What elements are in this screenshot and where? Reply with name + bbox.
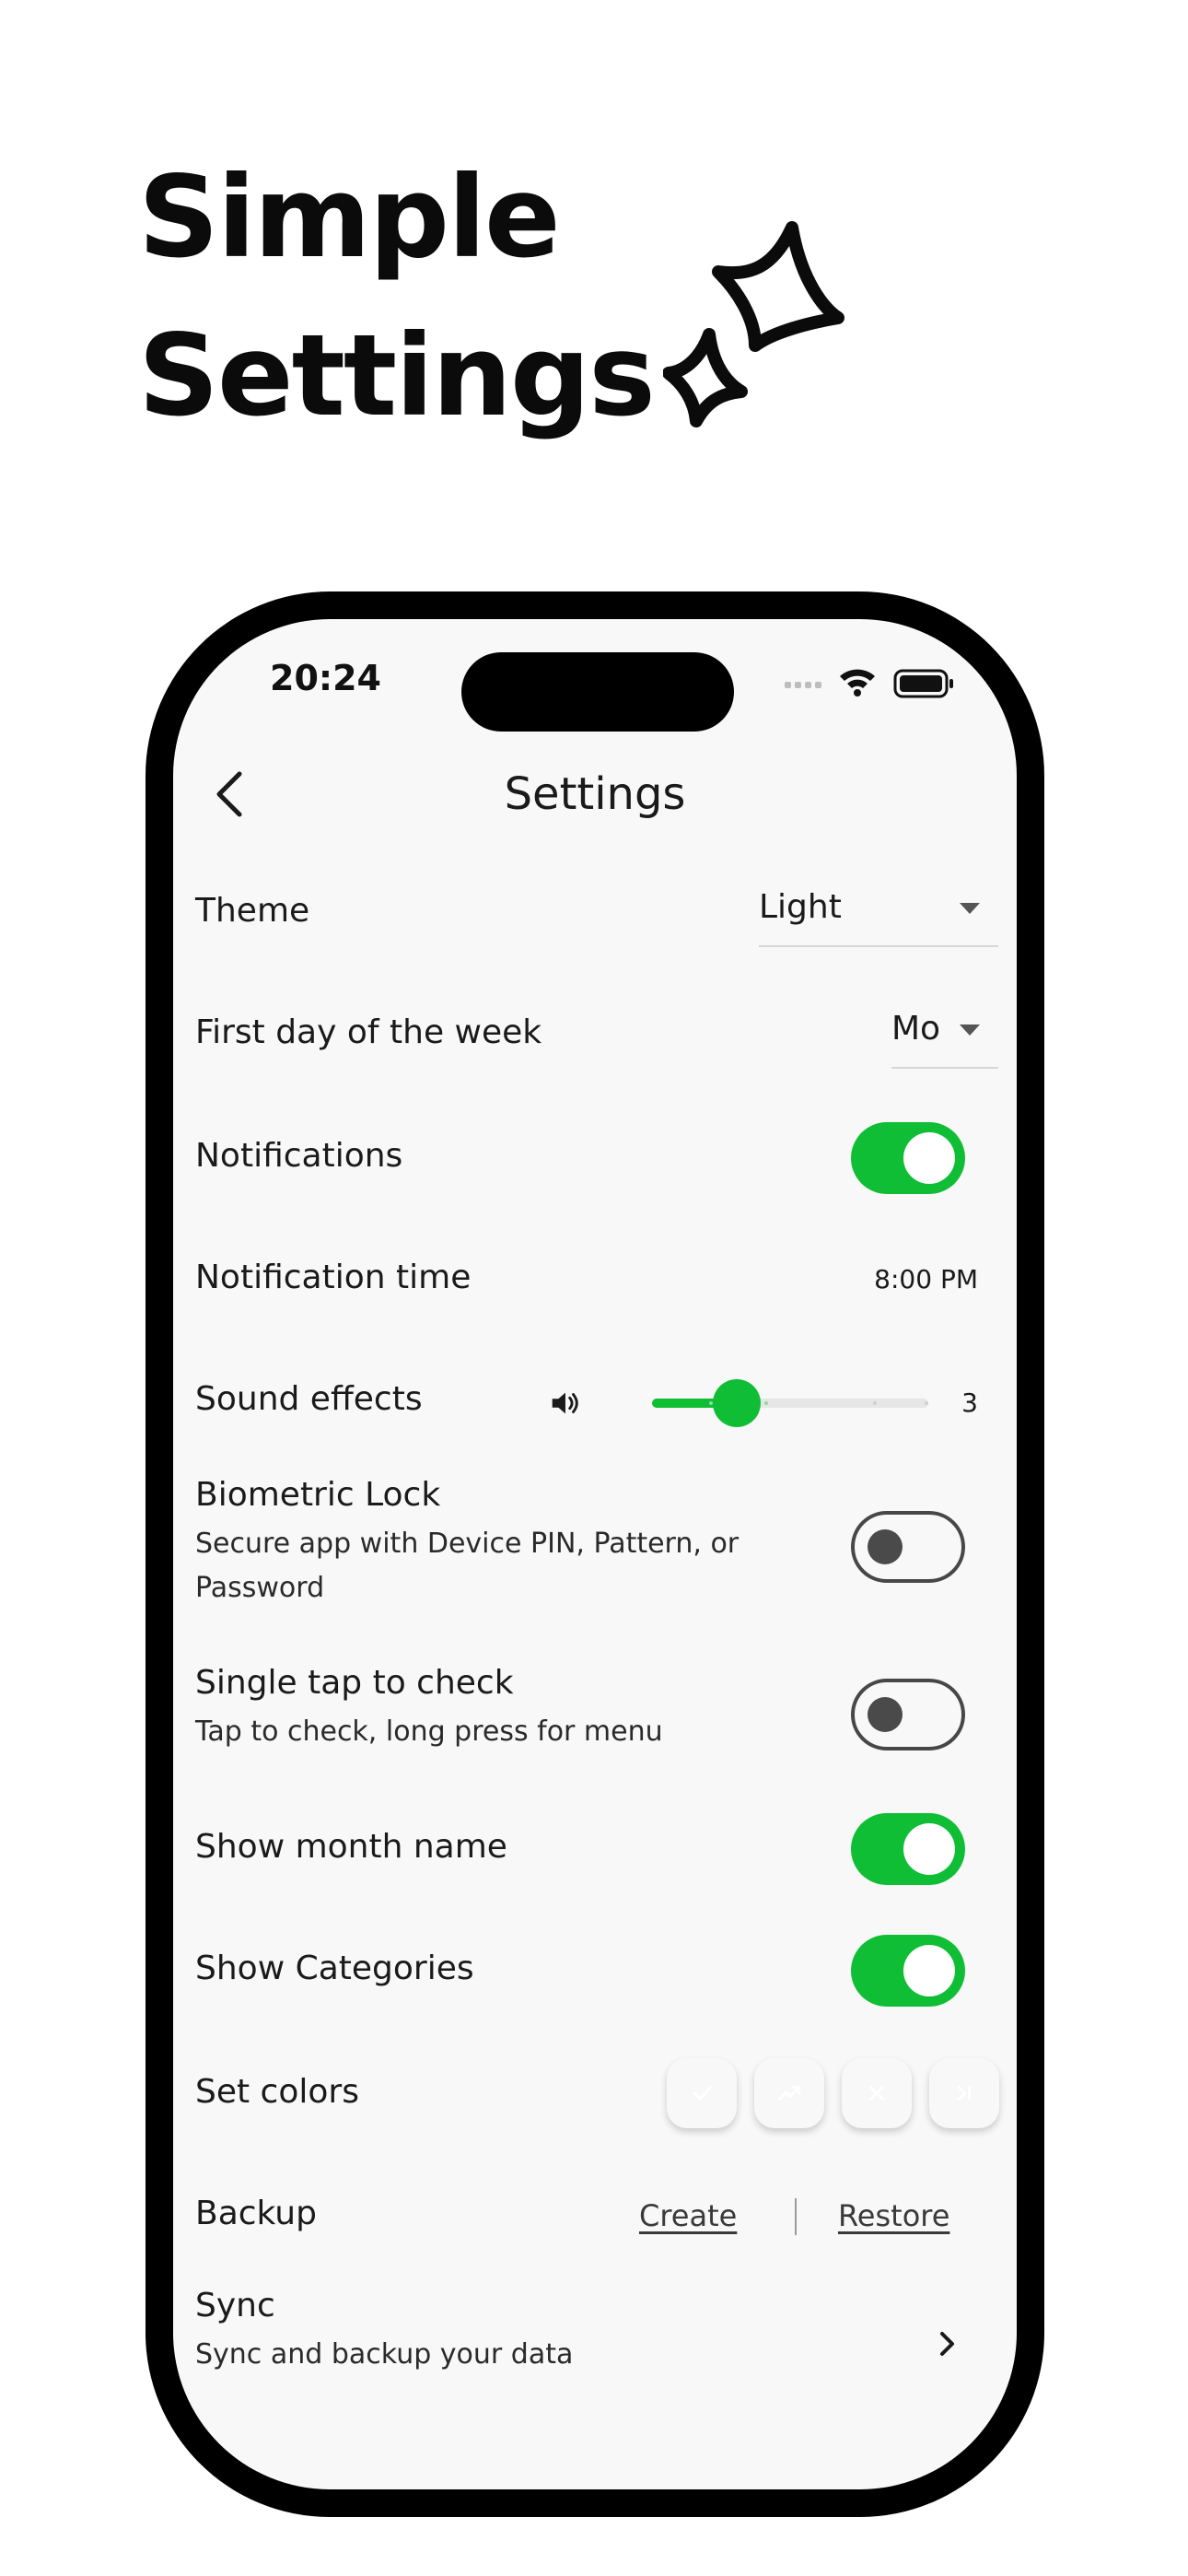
biometric-lock-toggle[interactable] xyxy=(851,1511,965,1583)
setting-notifications: Notifications xyxy=(195,1122,978,1196)
toggle-knob xyxy=(903,1823,955,1875)
phone-frame: 20:24 Settings Theme Light First day of … xyxy=(146,591,1044,2517)
status-icons xyxy=(785,669,953,698)
backup-divider xyxy=(795,2198,797,2235)
setting-show-month-name: Show month name xyxy=(195,1813,978,1887)
theme-value: Light xyxy=(759,888,842,926)
setting-biometric-lock: Biometric Lock Secure app with Device PI… xyxy=(195,1476,978,1614)
page-title: Settings xyxy=(504,768,686,820)
sound-level-value: 3 xyxy=(961,1388,978,1418)
chevron-down-icon xyxy=(960,1025,980,1036)
sound-slider[interactable] xyxy=(652,1379,928,1427)
slider-tick xyxy=(764,1401,768,1405)
toggle-knob xyxy=(868,1529,903,1564)
show-categories-label: Show Categories xyxy=(195,1950,474,1987)
toggle-knob xyxy=(868,1697,903,1732)
close-icon xyxy=(869,2086,884,2101)
sync-description: Sync and backup your data xyxy=(195,2338,574,2371)
chevron-down-icon xyxy=(960,903,980,914)
biometric-lock-description: Secure app with Device PIN, Pattern, or … xyxy=(195,1528,740,1604)
slider-thumb[interactable] xyxy=(713,1379,761,1427)
sync-label: Sync xyxy=(195,2287,275,2324)
slider-tick xyxy=(873,1401,877,1405)
color-swatch-trend[interactable] xyxy=(754,2058,824,2128)
biometric-lock-label: Biometric Lock xyxy=(195,1476,441,1514)
color-swatch-cross[interactable] xyxy=(842,2058,912,2128)
setting-set-colors: Set colors xyxy=(195,2058,978,2132)
sound-effects-label: Sound effects xyxy=(195,1380,423,1418)
hero-line-2: Settings xyxy=(138,310,656,441)
color-swatch-check[interactable] xyxy=(667,2058,737,2128)
show-categories-toggle[interactable] xyxy=(851,1935,965,2007)
check-icon xyxy=(693,2086,712,2101)
first-day-value: Mo xyxy=(891,1010,941,1048)
notification-time-label: Notification time xyxy=(195,1259,472,1296)
signal-icon xyxy=(785,682,821,688)
setting-theme: Theme Light xyxy=(195,873,998,947)
show-month-name-toggle[interactable] xyxy=(851,1813,965,1885)
chevron-right-icon[interactable] xyxy=(928,2325,965,2362)
skip-icon xyxy=(958,2086,971,2101)
notifications-toggle[interactable] xyxy=(851,1122,965,1194)
single-tap-toggle[interactable] xyxy=(851,1679,965,1751)
toggle-knob xyxy=(903,1132,955,1184)
sparkle-icon xyxy=(663,221,844,427)
first-day-dropdown[interactable]: Mo xyxy=(891,995,998,1069)
backup-create-link[interactable]: Create xyxy=(639,2198,737,2233)
wifi-icon xyxy=(840,669,875,697)
setting-sound-effects: Sound effects 3 xyxy=(195,1365,978,1439)
notification-time-value[interactable]: 8:00 PM xyxy=(874,1264,978,1294)
setting-backup: Backup Create Restore xyxy=(195,2180,978,2254)
theme-dropdown[interactable]: Light xyxy=(759,873,998,947)
setting-show-categories: Show Categories xyxy=(195,1935,978,2008)
setting-notification-time: Notification time 8:00 PM xyxy=(195,1244,978,1317)
backup-label: Backup xyxy=(195,2195,317,2232)
status-time: 20:24 xyxy=(270,658,381,698)
dynamic-island xyxy=(461,652,734,732)
hero-headline: Simple Settings xyxy=(138,138,656,455)
backup-restore-link[interactable]: Restore xyxy=(838,2198,949,2233)
set-colors-label: Set colors xyxy=(195,2073,359,2111)
notifications-label: Notifications xyxy=(195,1137,403,1175)
phone-screen: 20:24 Settings Theme Light First day of … xyxy=(173,619,1017,2489)
theme-label: Theme xyxy=(195,892,310,930)
color-swatch-skip[interactable] xyxy=(929,2058,999,2128)
speaker-icon xyxy=(552,1392,578,1414)
setting-first-day: First day of the week Mo xyxy=(195,995,998,1069)
setting-single-tap: Single tap to check Tap to check, long p… xyxy=(195,1664,978,1765)
slider-tick xyxy=(925,1401,928,1405)
hero-line-1: Simple xyxy=(138,152,561,283)
toggle-knob xyxy=(903,1945,955,1996)
trending-up-icon xyxy=(777,2086,801,2101)
setting-sync[interactable]: Sync Sync and backup your data xyxy=(195,2287,978,2397)
single-tap-label: Single tap to check xyxy=(195,1664,514,1702)
first-day-label: First day of the week xyxy=(195,1013,542,1051)
battery-icon xyxy=(893,669,953,698)
single-tap-description: Tap to check, long press for menu xyxy=(195,1715,663,1748)
show-month-name-label: Show month name xyxy=(195,1828,507,1866)
